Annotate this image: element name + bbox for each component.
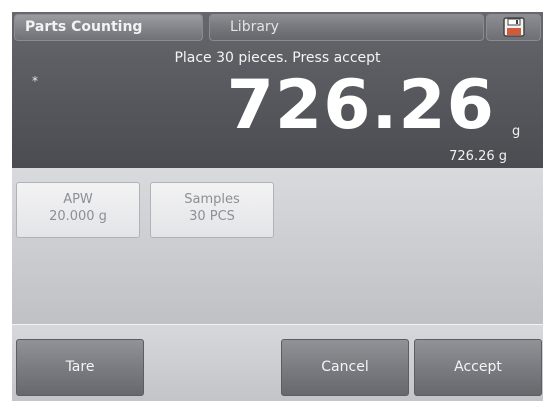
tab-library[interactable]: Library xyxy=(209,14,484,41)
tare-button[interactable]: Tare xyxy=(16,339,144,396)
apw-box[interactable]: APW 20.000 g xyxy=(16,182,140,238)
samples-box[interactable]: Samples 30 PCS xyxy=(150,182,274,238)
apw-value: 20.000 g xyxy=(49,209,107,224)
accept-button[interactable]: Accept xyxy=(414,339,542,396)
button-bar: Tare Cancel Accept xyxy=(12,324,543,401)
weight-unit: g xyxy=(512,124,521,139)
apw-label: APW xyxy=(63,192,93,207)
floppy-disk-icon xyxy=(503,17,525,37)
samples-value: 30 PCS xyxy=(189,209,235,224)
scale-screen: Parts Counting Library Place 30 pieces. … xyxy=(12,12,543,401)
secondary-weight-readout: 726.26 g xyxy=(449,149,507,164)
cancel-button[interactable]: Cancel xyxy=(281,339,409,396)
weight-display-panel: Parts Counting Library Place 30 pieces. … xyxy=(12,12,543,168)
weight-readout: 726.26 xyxy=(226,66,495,145)
save-button[interactable] xyxy=(486,14,541,41)
instruction-text: Place 30 pieces. Press accept xyxy=(174,50,381,66)
tab-parts-counting[interactable]: Parts Counting xyxy=(14,14,203,41)
samples-label: Samples xyxy=(184,192,240,207)
stability-marker: * xyxy=(32,74,38,88)
info-area: APW 20.000 g Samples 30 PCS xyxy=(12,168,543,324)
